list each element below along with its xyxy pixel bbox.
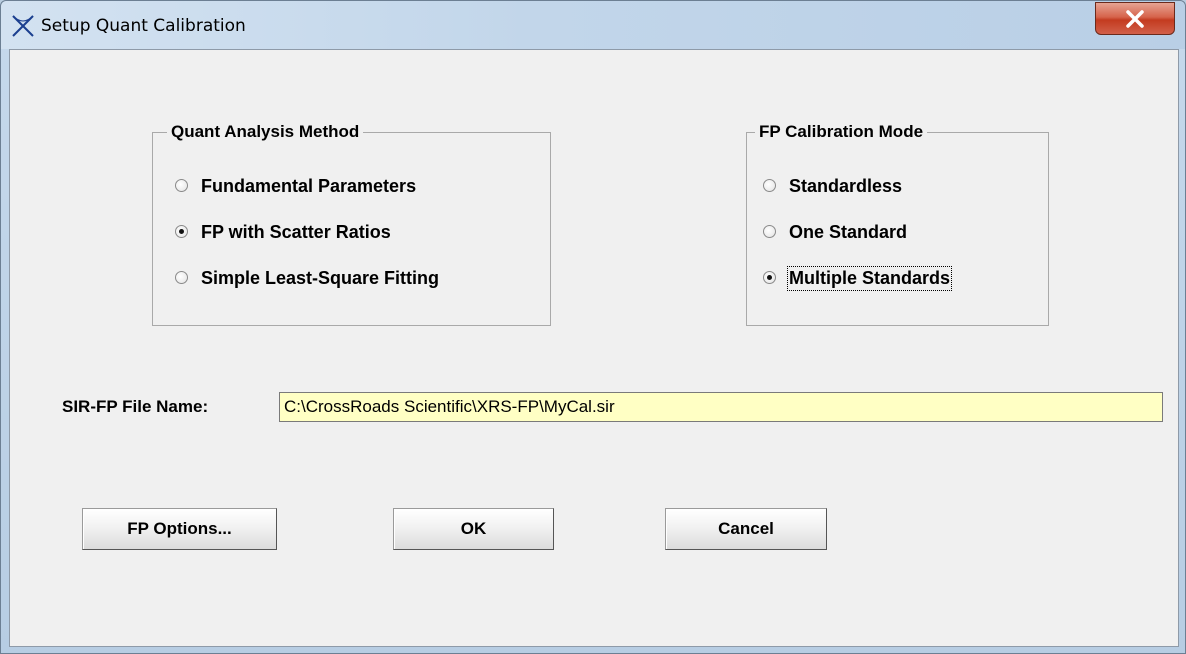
radio-selected-dot <box>179 229 184 234</box>
close-icon <box>1126 10 1144 28</box>
fp-options-button[interactable]: FP Options... <box>82 508 277 550</box>
radio-label: One Standard <box>789 222 908 242</box>
radio-button[interactable] <box>175 271 188 284</box>
window-title: Setup Quant Calibration <box>41 16 246 36</box>
radio-label: FP with Scatter Ratios <box>201 222 391 242</box>
radio-label: Simple Least-Square Fitting <box>201 268 440 288</box>
radio-selected-dot <box>767 275 772 280</box>
file-name-label: SIR-FP File Name: <box>62 397 209 416</box>
dialog-client-area: Quant Analysis Method Fundamental Parame… <box>9 49 1179 647</box>
radio-label: Standardless <box>789 176 903 196</box>
group-label: Quant Analysis Method <box>167 122 364 142</box>
crossroads-x-icon <box>11 14 35 38</box>
radio-button[interactable] <box>763 179 776 192</box>
close-button[interactable] <box>1095 2 1175 35</box>
radio-button[interactable] <box>175 225 188 238</box>
ok-button[interactable]: OK <box>393 508 554 550</box>
cancel-button[interactable]: Cancel <box>665 508 827 550</box>
quant-analysis-method-group: Quant Analysis Method Fundamental Parame… <box>152 122 551 326</box>
file-name-input[interactable] <box>279 392 1163 422</box>
fp-calibration-mode-group: FP Calibration Mode Standardless One Sta… <box>746 122 1049 326</box>
radio-label: Fundamental Parameters <box>201 176 417 196</box>
radio-button[interactable] <box>763 225 776 238</box>
dialog-window: Setup Quant Calibration Quant Analysis M… <box>0 0 1186 654</box>
title-bar[interactable]: Setup Quant Calibration <box>1 1 1185 49</box>
radio-button[interactable] <box>763 271 776 284</box>
radio-label: Multiple Standards <box>786 266 953 291</box>
radio-button[interactable] <box>175 179 188 192</box>
group-label: FP Calibration Mode <box>755 122 928 142</box>
